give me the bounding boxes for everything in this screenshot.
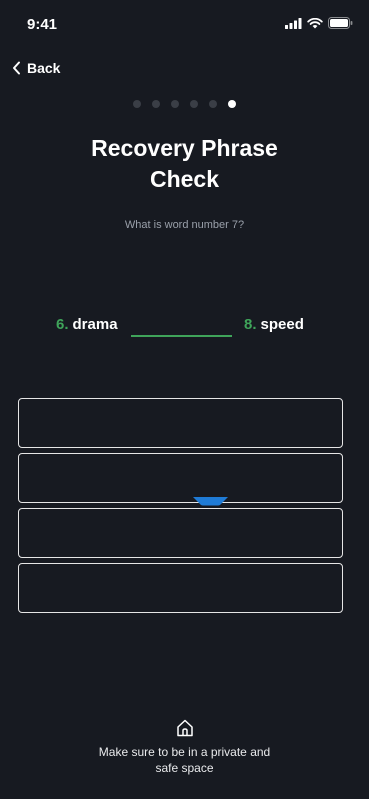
word-option-4[interactable] — [18, 563, 343, 613]
word-option-1[interactable] — [18, 398, 343, 448]
previous-word-text: drama — [72, 316, 118, 333]
page-title: Recovery Phrase Check — [0, 133, 369, 195]
progress-dots — [0, 100, 369, 108]
progress-dot — [190, 100, 198, 108]
status-time: 9:41 — [27, 16, 58, 33]
word-sequence: 6. drama 8. speed — [0, 312, 369, 338]
word-option-2[interactable] — [18, 453, 343, 503]
drag-handle[interactable] — [193, 497, 228, 506]
status-icons — [285, 17, 353, 29]
word-option-3[interactable] — [18, 508, 343, 558]
progress-dot — [133, 100, 141, 108]
chevron-left-icon — [13, 61, 20, 75]
progress-dot-active — [228, 100, 236, 108]
page-title-line-1: Recovery Phrase — [91, 135, 278, 161]
previous-word: 6. drama — [56, 316, 118, 333]
answer-blank — [131, 335, 232, 337]
progress-dot — [171, 100, 179, 108]
next-word-text: speed — [260, 316, 304, 333]
next-word-number: 8. — [244, 316, 257, 333]
back-label: Back — [27, 60, 61, 76]
page-title-line-2: Check — [149, 166, 220, 192]
recovery-phrase-check-screen: 9:41 Back Recovery Phrase Check What is … — [0, 0, 369, 799]
previous-word-number: 6. — [56, 316, 69, 333]
home-icon — [176, 719, 193, 737]
progress-dot — [152, 100, 160, 108]
question-prompt: What is word number 7? — [124, 219, 245, 231]
wifi-icon — [307, 17, 323, 28]
signal-icon — [285, 17, 302, 29]
progress-dot — [209, 100, 217, 108]
next-word: 8. speed — [244, 316, 304, 333]
back-button[interactable]: Back — [12, 60, 60, 76]
battery-icon — [328, 17, 353, 29]
footer-text-line-2: safe space — [155, 761, 214, 775]
footer-text: Make sure to be in a private and safe sp… — [0, 744, 369, 776]
footer-text-line-1: Make sure to be in a private and — [98, 745, 271, 759]
footer-note: Make sure to be in a private and safe sp… — [0, 718, 369, 776]
